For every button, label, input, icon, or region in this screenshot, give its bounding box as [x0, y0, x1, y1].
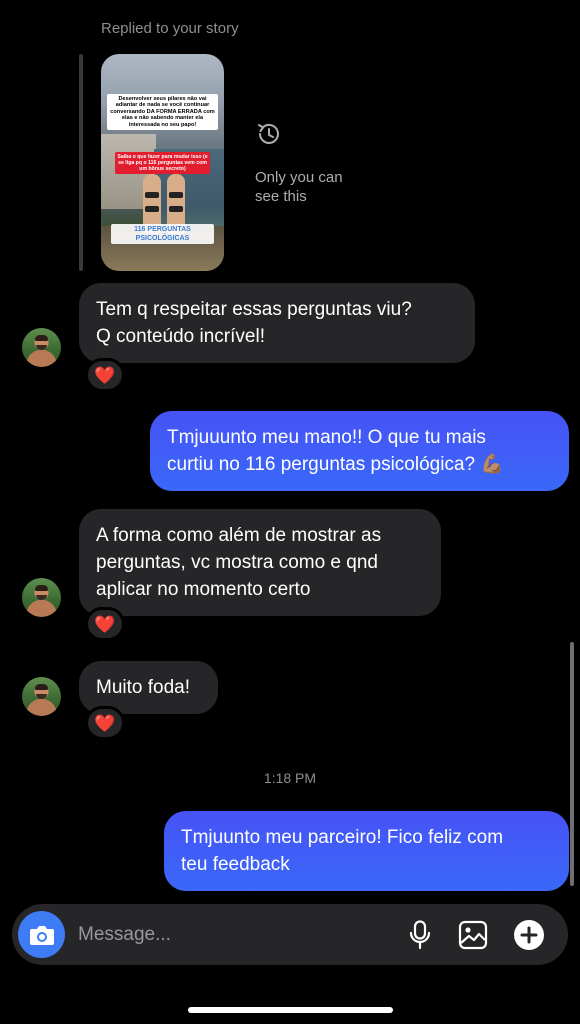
- microphone-button[interactable]: [403, 918, 437, 952]
- message-bubble-incoming[interactable]: Tem q respeitar essas perguntas viu? Q c…: [79, 283, 475, 363]
- heart-icon: ❤️: [94, 614, 116, 634]
- clock-history-icon: [258, 123, 279, 144]
- story-thumbnail[interactable]: Desenvolver seus pilares não vai adianta…: [101, 54, 224, 271]
- story-swimwear: [145, 192, 159, 198]
- message-input[interactable]: [78, 922, 378, 948]
- avatar[interactable]: [22, 677, 61, 716]
- gallery-button[interactable]: [456, 918, 490, 952]
- message-bubble-outgoing[interactable]: Tmjuunto meu parceiro! Fico feliz com te…: [164, 811, 569, 891]
- camera-icon: [29, 925, 54, 945]
- story-reply-label: Replied to your story: [101, 20, 239, 37]
- message-text-line: Tem q respeitar essas perguntas viu?: [96, 299, 412, 320]
- story-blue-banner: 116 PERGUNTAS PSICOLÓGICAS: [111, 224, 214, 244]
- heart-reaction-badge[interactable]: ❤️: [85, 706, 125, 740]
- scrollbar[interactable]: [570, 642, 574, 886]
- avatar-hair: [35, 335, 48, 341]
- heart-icon: ❤️: [94, 365, 116, 385]
- story-swimwear: [169, 206, 183, 212]
- message-bubble-incoming[interactable]: A forma como além de mostrar as pergunta…: [79, 509, 441, 616]
- only-you-can-see-this-text: Only you can see this: [255, 169, 343, 205]
- avatar[interactable]: [22, 328, 61, 367]
- story-red-banner: Saiba o que fazer para mudar isso (e se …: [115, 152, 210, 174]
- message-composer: [12, 904, 568, 965]
- avatar-beard: [36, 345, 47, 350]
- message-text-line: aplicar no momento certo: [96, 579, 311, 600]
- heart-reaction-badge[interactable]: ❤️: [85, 358, 125, 392]
- heart-icon: ❤️: [94, 713, 116, 733]
- story-swimwear: [145, 206, 159, 212]
- reply-quote-bar: [79, 54, 83, 271]
- message-timestamp: 1:18 PM: [263, 770, 317, 786]
- home-indicator[interactable]: [188, 1007, 393, 1013]
- avatar-hair: [35, 585, 48, 591]
- avatar-beard: [36, 595, 47, 600]
- avatar-hair: [35, 684, 48, 690]
- message-text-line: Q conteúdo incrível!: [96, 326, 265, 347]
- message-text-line: A forma como além de mostrar as: [96, 525, 382, 546]
- story-swimwear: [169, 192, 183, 198]
- image-gallery-icon: [458, 920, 488, 950]
- camera-button[interactable]: [18, 911, 65, 958]
- story-headline-text: Desenvolver seus pilares não vai adianta…: [107, 94, 218, 131]
- avatar[interactable]: [22, 578, 61, 617]
- message-text-line: perguntas, vc mostra como e qnd: [96, 552, 378, 573]
- message-text-line: Tmjuuunto meu mano!! O que tu mais: [167, 427, 486, 448]
- message-bubble-outgoing[interactable]: Tmjuuunto meu mano!! O que tu mais curti…: [150, 411, 569, 491]
- message-text-line: curtiu no 116 perguntas psicológica? 💪🏽: [167, 454, 505, 475]
- microphone-icon: [409, 920, 431, 950]
- avatar-beard: [36, 694, 47, 699]
- message-text-line: Muito foda!: [96, 677, 190, 698]
- message-text-line: Tmjuunto meu parceiro! Fico feliz com: [181, 827, 504, 848]
- add-button[interactable]: [512, 918, 546, 952]
- heart-reaction-badge[interactable]: ❤️: [85, 607, 125, 641]
- plus-circle-icon: [514, 920, 544, 950]
- message-text-line: teu feedback: [181, 854, 290, 875]
